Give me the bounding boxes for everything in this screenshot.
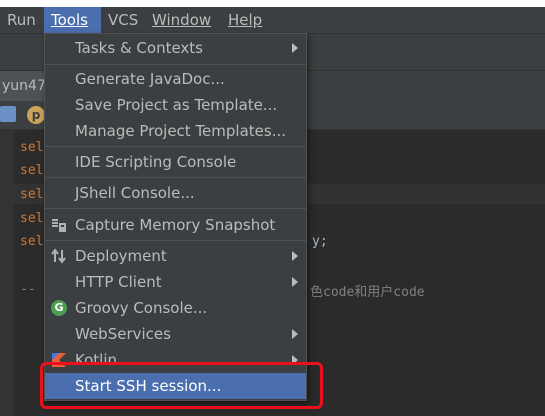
submenu-arrow-icon [292, 329, 298, 339]
menu-tools[interactable]: Tools [44, 7, 101, 33]
menu-window[interactable]: Window [145, 7, 218, 33]
window-top-strip [0, 0, 545, 7]
menu-item-label: Groovy Console... [75, 299, 208, 317]
code-fragment-right: y; [312, 234, 328, 249]
menu-separator [45, 208, 306, 209]
highlight-annotation-box [40, 362, 323, 409]
menu-separator [45, 64, 306, 65]
p-badge-icon[interactable]: p [27, 106, 45, 124]
menu-tools-label: Tools [51, 11, 88, 29]
menu-separator [45, 146, 306, 147]
menu-separator [45, 240, 306, 241]
deployment-arrows-icon [51, 248, 66, 264]
menu-item-label: Deployment [75, 247, 167, 265]
menu-item-label: HTTP Client [75, 273, 162, 291]
menu-window-label: Window [152, 11, 212, 29]
menu-item-groovy-console[interactable]: G Groovy Console... [45, 295, 306, 321]
menu-item-label: Save Project as Template... [75, 96, 278, 114]
comment-prefix: -- [20, 282, 36, 297]
code-line-5: sel [20, 234, 44, 249]
menu-item-label: JShell Console... [75, 184, 195, 202]
menu-item-label: WebServices [75, 325, 171, 343]
menu-item-label: Tasks & Contexts [75, 39, 203, 57]
menu-item-jshell-console[interactable]: JShell Console... [45, 180, 306, 206]
code-line-1: sel [20, 140, 44, 155]
menu-item-label: Manage Project Templates... [75, 122, 287, 140]
editor-toolbar-icon[interactable] [0, 106, 16, 122]
menu-vcs[interactable]: VCS [101, 7, 145, 33]
menu-item-deployment[interactable]: Deployment [45, 243, 306, 269]
code-line-2: sel [20, 163, 44, 178]
menu-item-tasks-contexts[interactable]: Tasks & Contexts [45, 35, 306, 61]
menu-item-label: IDE Scripting Console [75, 153, 237, 171]
menu-item-ide-scripting-console[interactable]: IDE Scripting Console [45, 149, 306, 175]
menu-separator [45, 177, 306, 178]
submenu-arrow-icon [292, 43, 298, 53]
menu-item-manage-project-templates[interactable]: Manage Project Templates... [45, 118, 306, 144]
menu-item-generate-javadoc[interactable]: Generate JavaDoc... [45, 66, 306, 92]
menu-help-label: Help [228, 11, 263, 29]
menu-bar: Run Tools VCS Window Help [0, 7, 545, 34]
menu-item-capture-memory-snapshot[interactable]: Capture Memory Snapshot [45, 212, 306, 238]
menu-run[interactable]: Run [0, 7, 43, 33]
code-line-4: sel [20, 211, 44, 226]
code-line-3: sel [20, 187, 44, 202]
file-tab[interactable]: yun47. [0, 71, 44, 101]
memory-snapshot-icon [52, 219, 66, 232]
menu-help[interactable]: Help [221, 7, 269, 33]
menu-item-label: Capture Memory Snapshot [75, 216, 276, 234]
groovy-icon: G [51, 300, 67, 316]
menu-item-save-project-template[interactable]: Save Project as Template... [45, 92, 306, 118]
comment-text: 色code和用户code [310, 285, 425, 300]
editor-gutter [0, 130, 14, 416]
submenu-arrow-icon [292, 277, 298, 287]
tools-menu-dropdown: Tasks & Contexts Generate JavaDoc... Sav… [44, 33, 307, 401]
menu-item-http-client[interactable]: HTTP Client [45, 269, 306, 295]
menu-item-label: Generate JavaDoc... [75, 70, 225, 88]
submenu-arrow-icon [292, 251, 298, 261]
menu-item-webservices[interactable]: WebServices [45, 321, 306, 347]
